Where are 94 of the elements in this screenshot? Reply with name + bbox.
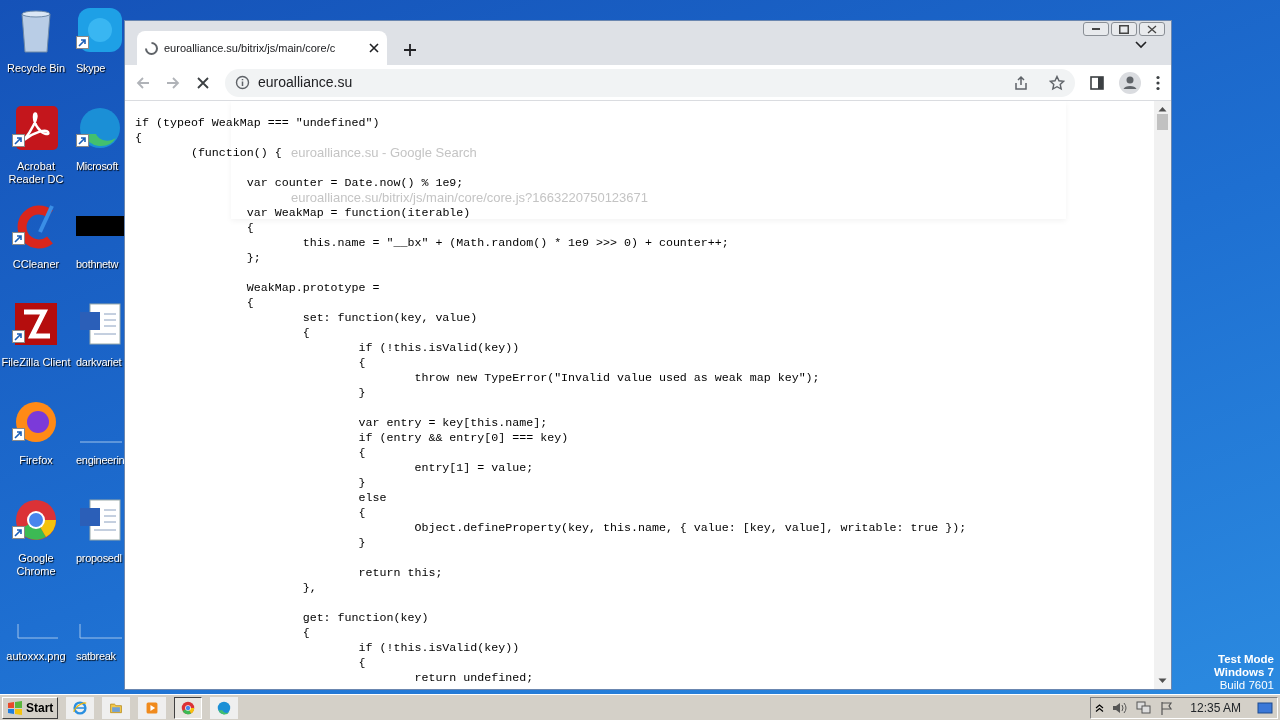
flag-icon[interactable] bbox=[1160, 700, 1175, 715]
scroll-down-icon[interactable] bbox=[1158, 678, 1167, 684]
code-line: if (entry && entry[0] === key) bbox=[357, 430, 569, 445]
ie-icon bbox=[73, 698, 88, 717]
close-window-button[interactable] bbox=[1139, 22, 1165, 36]
share-icon bbox=[1013, 74, 1029, 91]
code-line: WeakMap.prototype = bbox=[245, 280, 380, 295]
code-line: throw new TypeError("Invalid value used as weak map key"); bbox=[413, 370, 820, 385]
icon-label[interactable]: Acrobat Reader DC bbox=[1, 160, 71, 186]
icon-label[interactable]: autoxxx.png bbox=[1, 650, 71, 663]
icon-label[interactable]: Firefox bbox=[1, 454, 71, 467]
icon-label[interactable]: proposedl bbox=[76, 552, 122, 565]
code-line: if (!this.isValid(key)) bbox=[357, 640, 520, 655]
code-line: return undefined; bbox=[413, 670, 534, 685]
code-line: { bbox=[135, 130, 142, 145]
back-arrow-icon bbox=[135, 74, 151, 91]
code-line: { bbox=[301, 625, 310, 640]
code-line: { bbox=[357, 655, 366, 670]
tab-search-button[interactable] bbox=[1135, 41, 1147, 49]
new-tab-button[interactable] bbox=[403, 43, 417, 57]
icon-label[interactable]: bothnetw bbox=[76, 258, 119, 271]
restore-button[interactable] bbox=[1111, 22, 1137, 36]
file-transfer-icon[interactable] bbox=[12, 300, 60, 348]
code-line: { bbox=[301, 325, 310, 340]
bookmark-button[interactable] bbox=[1049, 74, 1065, 91]
icon-label[interactable]: Google Chrome bbox=[1, 552, 71, 578]
code-line: } bbox=[357, 475, 366, 490]
show-desktop-icon[interactable] bbox=[1257, 700, 1273, 715]
code-line: set: function(key, value) bbox=[301, 310, 478, 325]
icon-label[interactable]: Recycle Bin bbox=[1, 62, 71, 75]
menu-button[interactable] bbox=[1155, 74, 1161, 91]
windows-logo-icon bbox=[7, 700, 23, 715]
os-notice-text: Test Mode bbox=[1217, 653, 1274, 666]
close-icon bbox=[195, 74, 211, 91]
star-icon bbox=[1049, 74, 1065, 91]
code-line: var WeakMap = function(iterable) bbox=[245, 205, 471, 220]
speaker-icon[interactable] bbox=[1112, 700, 1129, 715]
os-notice-text: Build 7601 bbox=[1218, 679, 1274, 692]
icon-label[interactable]: Skype bbox=[76, 62, 106, 75]
code-line: { bbox=[357, 355, 366, 370]
code-line: (function() { bbox=[189, 145, 282, 160]
stop-button[interactable] bbox=[195, 74, 211, 91]
icon-label[interactable]: darkvariet bbox=[76, 356, 122, 369]
side-panel-icon bbox=[1089, 74, 1105, 91]
minimize-icon bbox=[1092, 28, 1100, 30]
scrollbar[interactable] bbox=[1154, 101, 1171, 689]
code-line: { bbox=[357, 505, 366, 520]
code-line: Object.defineProperty(key, this.name, { value: [key, value], writable: true }); bbox=[413, 520, 967, 535]
icon-label[interactable]: CCleaner bbox=[1, 258, 71, 271]
person-icon bbox=[1119, 71, 1141, 94]
icon-label[interactable]: Microsoft bbox=[76, 160, 118, 173]
code-line: else bbox=[357, 490, 387, 505]
restore-icon bbox=[1119, 24, 1129, 34]
chevron-up-icon[interactable] bbox=[1095, 703, 1105, 712]
code-line: this.name = "__bx" + (Math.random() * 1e9 >>> 0) + counter++; bbox=[301, 235, 729, 250]
code-line: { bbox=[245, 220, 254, 235]
code-line: }; bbox=[245, 250, 261, 265]
code-line: entry[1] = value; bbox=[413, 460, 534, 475]
code-line: { bbox=[245, 295, 254, 310]
network-icon[interactable] bbox=[1136, 700, 1153, 715]
chevron-icon bbox=[1135, 41, 1147, 49]
code-line: } bbox=[357, 535, 366, 550]
tab-title: euroalliance.su/bitrix/js/main/core/c bbox=[164, 40, 337, 56]
address-bar[interactable]: euroalliance.su bbox=[225, 68, 1075, 97]
scroll-thumb[interactable] bbox=[1157, 114, 1168, 130]
plus-icon bbox=[403, 43, 417, 57]
code-line: { bbox=[357, 445, 366, 460]
start-button[interactable]: Start bbox=[2, 696, 59, 719]
scroll-up-icon[interactable] bbox=[1158, 106, 1167, 112]
browser-tab[interactable]: euroalliance.su/bitrix/js/main/core/c bbox=[137, 31, 387, 65]
tab-close-button[interactable] bbox=[369, 43, 379, 53]
minimize-button[interactable] bbox=[1083, 22, 1109, 36]
side-panel-button[interactable] bbox=[1089, 74, 1105, 91]
code-line: get: function(key) bbox=[301, 610, 429, 625]
icon-label[interactable]: satbreak bbox=[76, 650, 116, 663]
close-icon bbox=[1147, 24, 1157, 34]
url-text: euroalliance.su bbox=[258, 73, 354, 92]
code-line: if (typeof WeakMap === "undefined") bbox=[135, 115, 380, 130]
code-line: var counter = Date.now() % 1e9; bbox=[245, 175, 464, 190]
icon-label[interactable]: FileZilla Client bbox=[1, 356, 71, 369]
taskbar-app[interactable] bbox=[174, 696, 203, 719]
forward-arrow-icon bbox=[165, 74, 181, 91]
info-icon bbox=[235, 75, 250, 90]
code-line: var entry = key[this.name]; bbox=[357, 415, 548, 430]
kebab-menu-icon bbox=[1155, 74, 1161, 91]
code-line: } bbox=[357, 385, 366, 400]
code-line: return this; bbox=[357, 565, 443, 580]
share-button[interactable] bbox=[1013, 74, 1029, 91]
code-line: }, bbox=[301, 580, 317, 595]
icon-label[interactable]: engineerin bbox=[76, 454, 125, 467]
profile-button[interactable] bbox=[1119, 71, 1141, 94]
close-icon bbox=[369, 43, 379, 53]
os-notice-text: Windows 7 bbox=[1214, 666, 1274, 679]
code-line: if (!this.isValid(key)) bbox=[357, 340, 520, 355]
